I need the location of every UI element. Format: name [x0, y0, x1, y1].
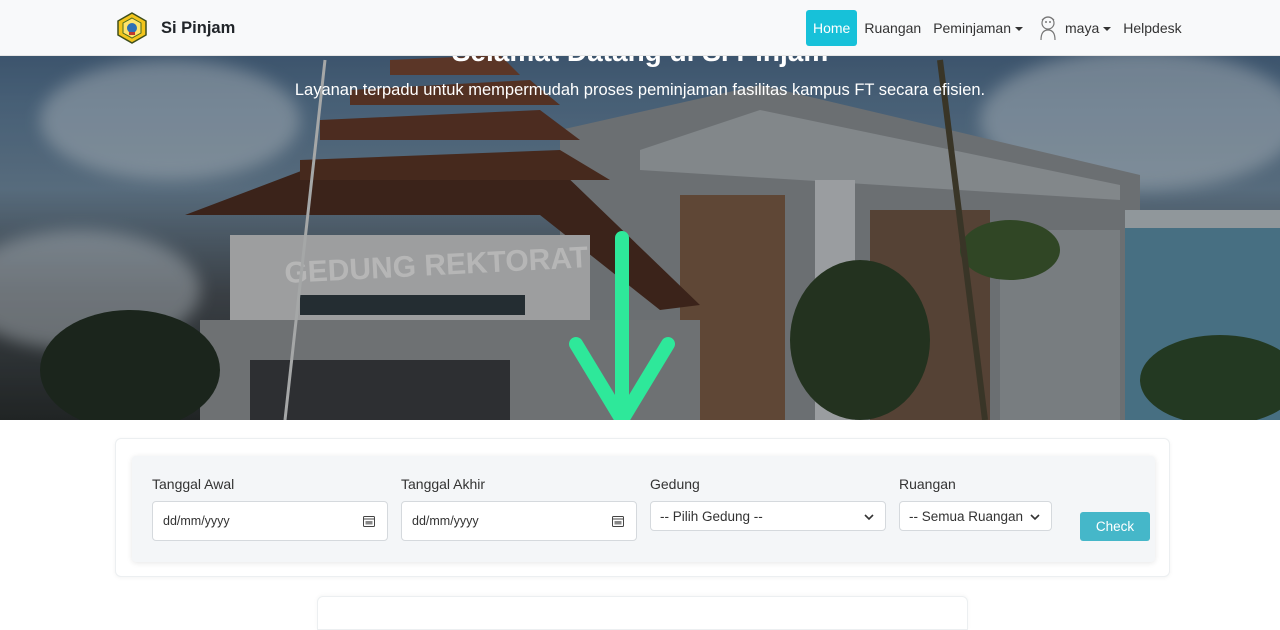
- results-card: [317, 596, 968, 630]
- tanggal-akhir-placeholder: dd/mm/yyyy: [412, 514, 479, 528]
- tanggal-awal-placeholder: dd/mm/yyyy: [163, 514, 230, 528]
- ruangan-selected: -- Semua Ruangan: [909, 508, 1024, 524]
- caret-down-icon: [1015, 27, 1024, 31]
- nav-peminjaman-label: Peminjaman: [933, 20, 1012, 36]
- gedung-label: Gedung: [650, 476, 700, 492]
- down-arrow-icon: [569, 231, 675, 420]
- top-navbar: Si Pinjam Home Ruangan Peminjaman maya H…: [0, 0, 1280, 56]
- check-button[interactable]: Check: [1080, 512, 1150, 541]
- tanggal-akhir-label: Tanggal Akhir: [401, 476, 486, 492]
- chevron-down-icon: [864, 514, 874, 521]
- gedung-select[interactable]: -- Pilih Gedung --: [650, 501, 886, 531]
- nav-user-dropdown[interactable]: maya: [1065, 10, 1117, 46]
- calendar-icon[interactable]: [363, 515, 375, 527]
- brand-name[interactable]: Si Pinjam: [161, 19, 235, 38]
- nav-user-label: maya: [1065, 20, 1100, 36]
- university-emblem-icon[interactable]: [116, 12, 148, 44]
- ruangan-select[interactable]: -- Semua Ruangan: [899, 501, 1052, 531]
- main-nav: Home Ruangan Peminjaman maya Helpdesk: [806, 10, 1188, 46]
- calendar-icon[interactable]: [612, 515, 624, 527]
- tanggal-awal-label: Tanggal Awal: [152, 476, 235, 492]
- chevron-down-icon: [1030, 514, 1040, 521]
- hero-subtitle: Layanan terpadu untuk mempermudah proses…: [294, 81, 986, 99]
- nav-ruangan[interactable]: Ruangan: [858, 10, 927, 46]
- caret-down-icon: [1103, 27, 1112, 31]
- booking-search-card: Tanggal Awal dd/mm/yyyy Tanggal Akhir dd…: [115, 438, 1170, 577]
- nav-helpdesk[interactable]: Helpdesk: [1117, 10, 1187, 46]
- user-avatar-icon[interactable]: [1037, 15, 1059, 41]
- tanggal-akhir-input[interactable]: dd/mm/yyyy: [401, 501, 637, 541]
- gedung-selected: -- Pilih Gedung --: [660, 508, 763, 524]
- ruangan-label: Ruangan: [899, 476, 956, 492]
- tanggal-awal-input[interactable]: dd/mm/yyyy: [152, 501, 388, 541]
- hero-banner: GEDUNG REKTORAT Selamat Datang di Si Pin…: [0, 0, 1280, 420]
- nav-peminjaman-dropdown[interactable]: Peminjaman: [927, 10, 1029, 46]
- booking-search-form: Tanggal Awal dd/mm/yyyy Tanggal Akhir dd…: [132, 456, 1155, 562]
- nav-home[interactable]: Home: [806, 10, 858, 46]
